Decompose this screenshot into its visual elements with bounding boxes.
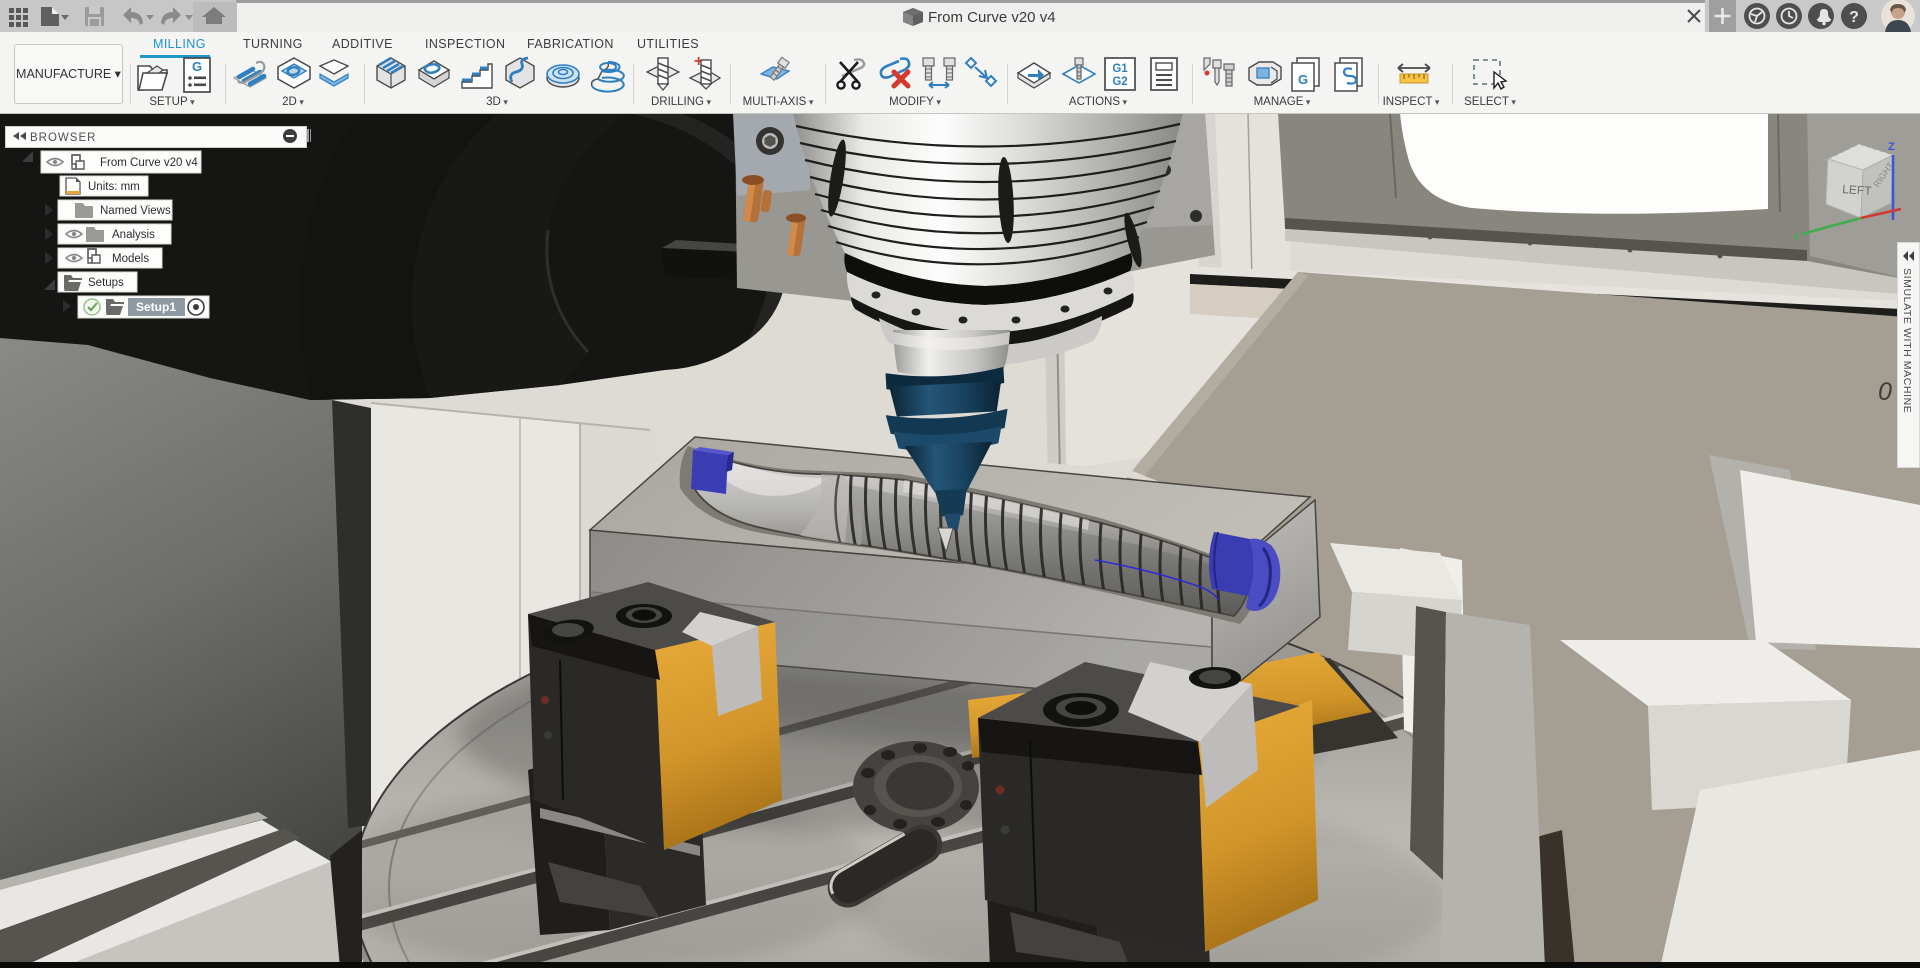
svg-text:Setup1: Setup1: [136, 300, 176, 314]
svg-text:BROWSER: BROWSER: [30, 132, 96, 144]
svg-text:Z: Z: [1888, 141, 1895, 153]
svg-text:G: G: [192, 59, 202, 74]
svg-text:G1: G1: [1112, 63, 1128, 75]
svg-text:Setups: Setups: [88, 277, 124, 289]
svg-text:Analysis: Analysis: [112, 229, 155, 241]
svg-text:Units: mm: Units: mm: [88, 181, 140, 193]
svg-text:LEFT: LEFT: [1842, 182, 1873, 198]
svg-text:G: G: [1298, 72, 1308, 87]
svg-text:Models: Models: [112, 253, 149, 265]
svg-text:From Curve v20 v4: From Curve v20 v4: [100, 157, 198, 169]
svg-text:Y: Y: [1793, 233, 1800, 244]
svg-text:G2: G2: [1112, 76, 1127, 88]
svg-text:0: 0: [1878, 378, 1892, 406]
svg-text:?: ?: [1849, 9, 1859, 26]
svg-text:Named Views: Named Views: [100, 205, 171, 217]
